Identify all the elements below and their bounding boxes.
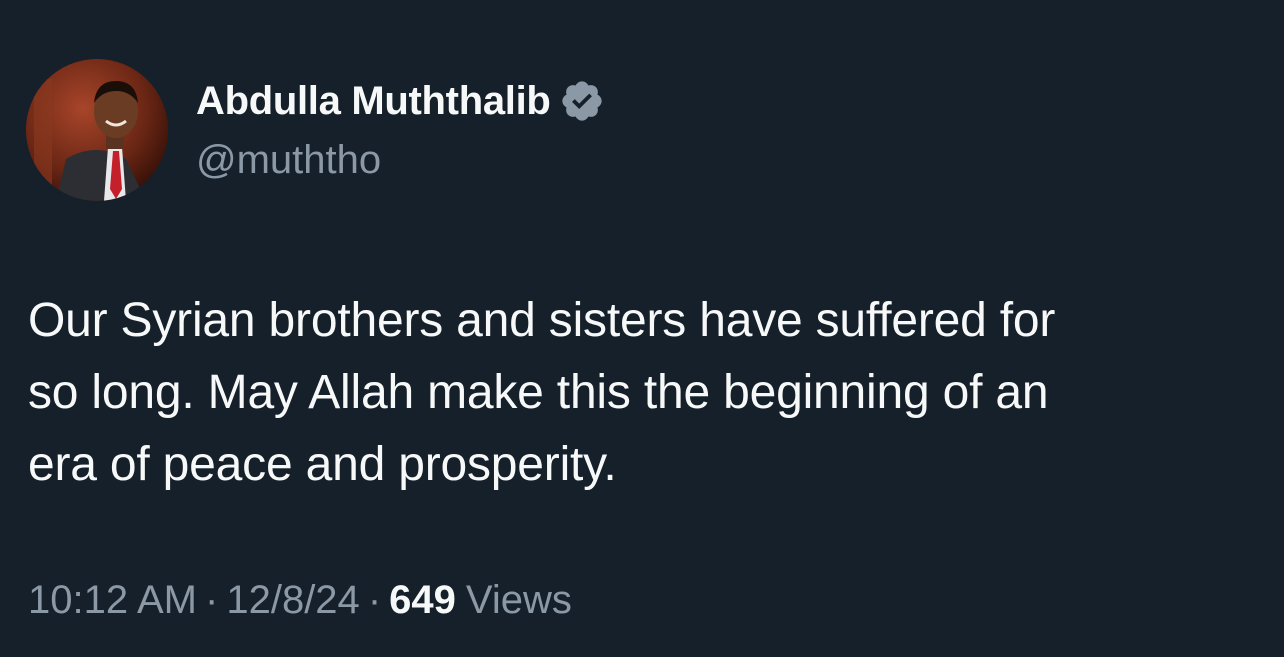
tweet-card: Abdulla Muththalib @muththo Our Syrian b… [0,0,1284,657]
tweet-text-line: Our Syrian brothers and sisters have suf… [28,294,1056,347]
tweet-date[interactable]: 12/8/24 [226,578,359,623]
meta-separator: · [205,578,219,622]
views-label[interactable]: Views [466,578,572,623]
views-count[interactable]: 649 [389,578,456,623]
avatar[interactable] [26,59,168,201]
tweet-text-line: era of peace and prosperity. [28,438,617,491]
author-handle[interactable]: @muththo [196,138,381,183]
tweet-text-line: so long. May Allah make this the beginni… [28,366,1049,419]
tweet-text: Our Syrian brothers and sisters have suf… [28,285,1258,501]
verified-badge-icon[interactable] [559,78,605,124]
tweet-time[interactable]: 10:12 AM [28,578,197,623]
author-display-name[interactable]: Abdulla Muththalib [196,79,551,124]
meta-separator: · [367,578,382,622]
profile-photo-icon [26,59,168,201]
tweet-meta: 10:12 AM · 12/8/24 · 649 Views [28,578,572,623]
author-name-row: Abdulla Muththalib [196,76,605,126]
